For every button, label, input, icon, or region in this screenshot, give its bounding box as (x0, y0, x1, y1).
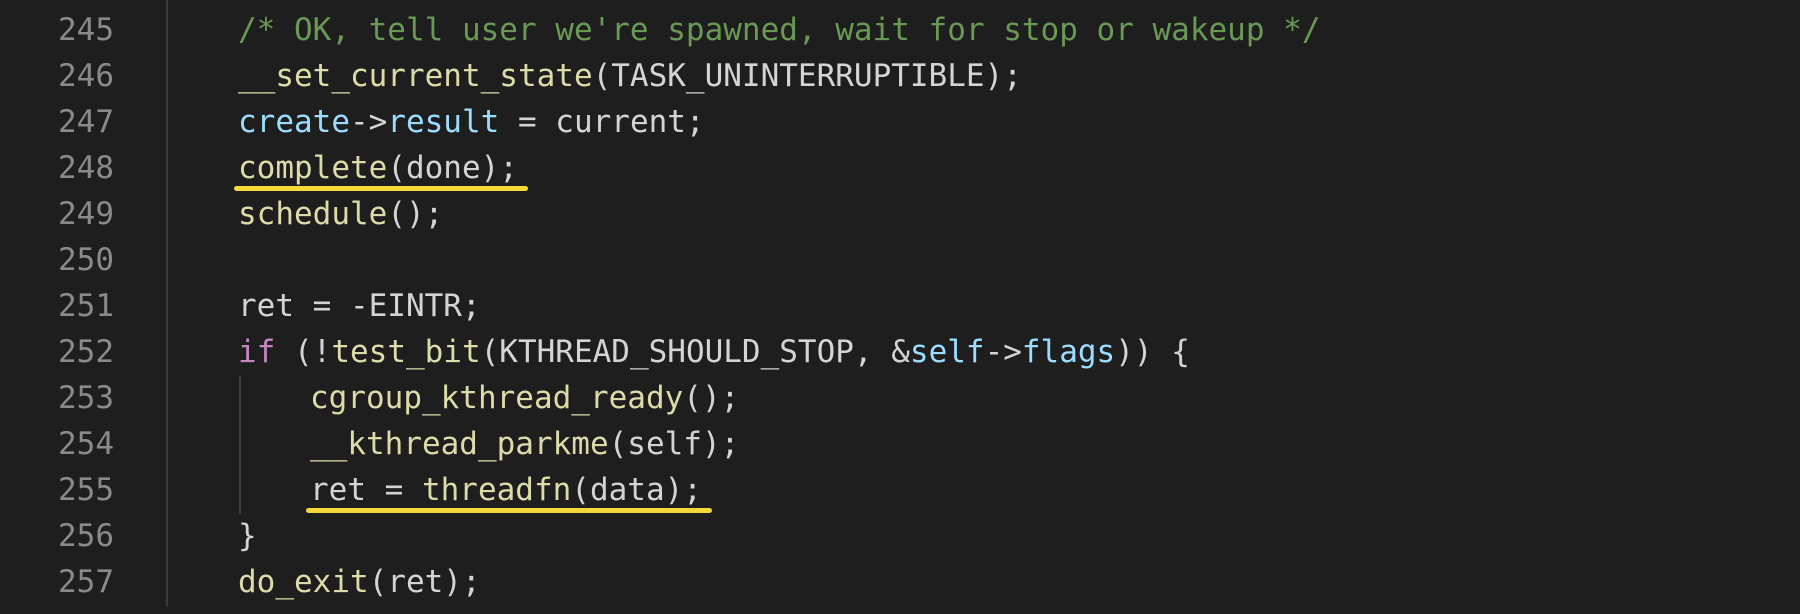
code-text: ret = threadfn(data); (310, 467, 702, 513)
code-token: threadfn (421, 472, 572, 508)
code-token: cgroup_kthread_ready (310, 380, 684, 416)
code-token: = current; (499, 104, 705, 140)
line-number: 246 (58, 58, 114, 94)
code-text: __kthread_parkme(self); (310, 421, 739, 467)
code-line[interactable]: 246 __set_current_state(TASK_UNINTERRUPTI… (0, 53, 1800, 99)
code-token: (); (387, 196, 444, 232)
code-token: flags (1021, 334, 1116, 370)
line-number: 247 (58, 104, 114, 140)
code-text: /* OK, tell user we're spawned, wait for… (238, 7, 1321, 53)
code-text: complete(done); (238, 145, 518, 191)
code-token: test_bit (331, 334, 481, 370)
line-number: 251 (58, 288, 114, 324)
code-text: cgroup_kthread_ready(); (310, 375, 739, 421)
code-line[interactable]: 252 if (!test_bit(KTHREAD_SHOULD_STOP, &s… (0, 329, 1800, 375)
code-token: -> (349, 104, 388, 140)
code-line[interactable]: 257 do_exit(ret); (0, 559, 1800, 605)
code-token: (KTHREAD_SHOULD_STOP, & (480, 334, 910, 370)
code-token: )) { (1115, 334, 1190, 370)
code-token: -> (984, 334, 1022, 370)
code-token: (done); (387, 150, 518, 186)
code-token: schedule (238, 196, 388, 232)
code-token: (); (683, 380, 740, 416)
code-token: (data); (571, 472, 702, 508)
line-number: 255 (58, 472, 114, 508)
code-token: (TASK_UNINTERRUPTIBLE); (592, 58, 1022, 94)
code-line[interactable]: 249 schedule(); (0, 191, 1800, 237)
line-number: 245 (58, 12, 114, 48)
line-number: 256 (58, 518, 114, 554)
line-number: 257 (58, 564, 114, 600)
code-text: if (!test_bit(KTHREAD_SHOULD_STOP, &self… (238, 329, 1190, 375)
code-token: self (909, 334, 985, 370)
code-text: } (238, 513, 257, 559)
code-line[interactable]: 250 (0, 237, 1800, 283)
line-number: 250 (58, 242, 114, 278)
code-line[interactable]: 254 __kthread_parkme(self); (0, 421, 1800, 467)
line-number: 254 (58, 426, 114, 462)
code-text: __set_current_state(TASK_UNINTERRUPTIBLE… (238, 53, 1022, 99)
code-token: __kthread_parkme (310, 426, 609, 462)
code-line[interactable]: 256} (0, 513, 1800, 559)
code-token: (! (275, 334, 332, 370)
code-token: /* OK, tell user we're spawned, wait for… (238, 12, 1321, 48)
line-number: 248 (58, 150, 114, 186)
code-token: complete (238, 150, 388, 186)
code-token: (self); (608, 426, 740, 462)
line-number: 252 (58, 334, 114, 370)
code-text: do_exit(ret); (238, 559, 481, 605)
code-token: __set_current_state (238, 58, 593, 94)
code-token: result (387, 104, 500, 140)
code-text: schedule(); (238, 191, 443, 237)
code-line[interactable]: 253 cgroup_kthread_ready(); (0, 375, 1800, 421)
code-token: ret = (310, 472, 422, 508)
code-line[interactable]: 247 create->result = current; (0, 99, 1800, 145)
code-token: } (238, 518, 257, 554)
code-editor[interactable]: 245 /* OK, tell user we're spawned, wait … (0, 0, 1800, 614)
code-line[interactable]: 255 ret = threadfn(data); (0, 467, 1800, 513)
code-line[interactable]: 251 ret = -EINTR; (0, 283, 1800, 329)
line-number: 249 (58, 196, 114, 232)
code-token: ret = -EINTR; (238, 288, 481, 324)
code-line[interactable]: 248 complete(done); (0, 145, 1800, 191)
code-text: ret = -EINTR; (238, 283, 481, 329)
code-token: (ret); (368, 564, 481, 600)
code-token: do_exit (238, 564, 369, 600)
code-token: if (238, 334, 276, 370)
line-number: 253 (58, 380, 114, 416)
code-text: create->result = current; (238, 99, 705, 145)
code-line[interactable]: 245 /* OK, tell user we're spawned, wait … (0, 7, 1800, 53)
code-token: create (238, 104, 350, 140)
